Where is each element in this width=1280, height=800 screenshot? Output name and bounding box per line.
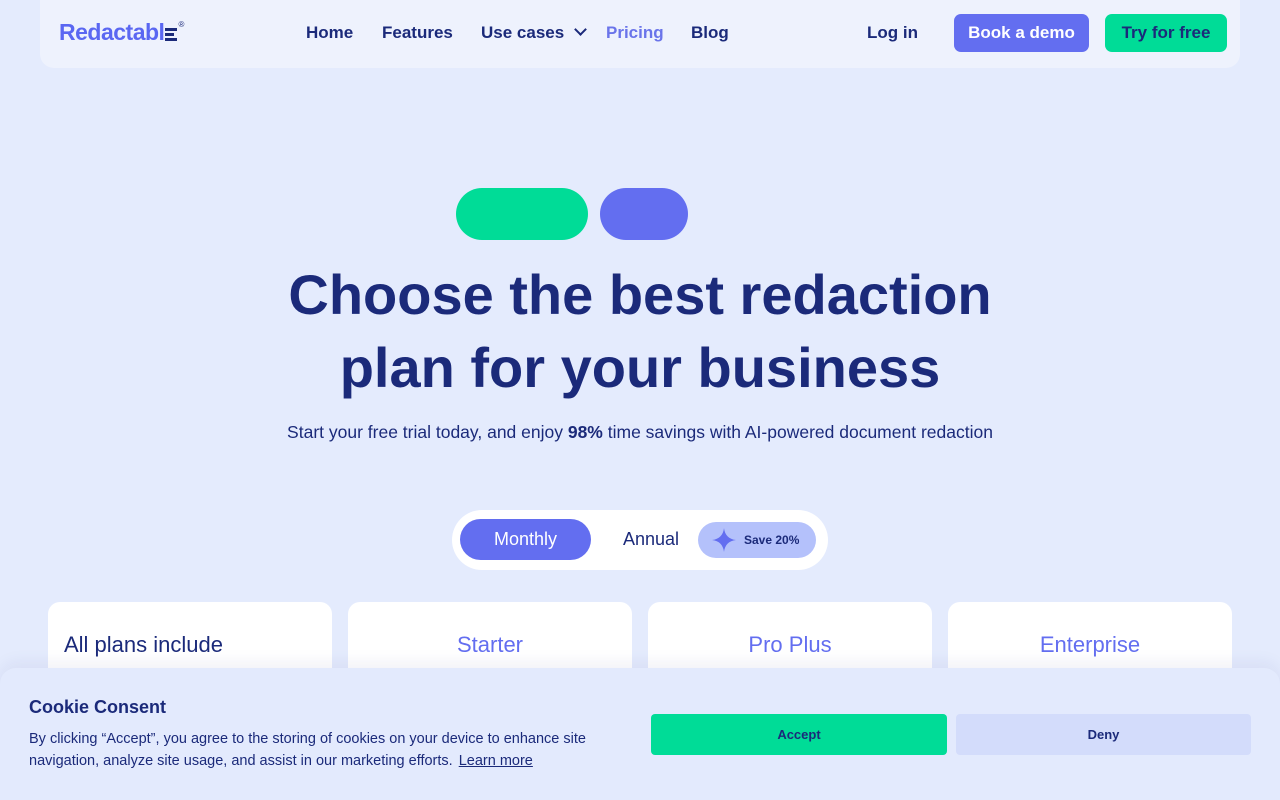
plan-card-title: Starter: [456, 632, 524, 657]
hero-subtitle: Start your free trial today, and enjoy 9…: [0, 422, 1280, 443]
nav-link-pricing[interactable]: Pricing: [606, 22, 664, 44]
login-link[interactable]: Log in: [867, 22, 918, 44]
logo-registered-mark: ®: [178, 20, 185, 29]
logo-bars-icon: [165, 28, 178, 41]
billing-annual-option[interactable]: Annual: [623, 519, 679, 560]
nav-link-blog[interactable]: Blog: [691, 22, 729, 44]
logo-wordmark: Redactabl: [59, 19, 165, 45]
deny-cookies-button[interactable]: Deny: [956, 714, 1251, 755]
sparkle-icon: [712, 528, 736, 552]
save-badge-label: Save 20%: [744, 533, 800, 547]
cookie-consent-text: By clicking “Accept”, you agree to the s…: [29, 728, 629, 772]
cookie-consent-banner: Cookie Consent By clicking “Accept”, you…: [0, 668, 1280, 800]
hero-subtitle-post: time savings with AI-powered document re…: [602, 422, 993, 442]
top-navigation: Redactabl ® Home Features Use cases Pric…: [40, 0, 1240, 68]
plan-card-title: All plans include: [64, 632, 223, 657]
learn-more-link[interactable]: Learn more: [459, 753, 533, 769]
nav-link-use-cases-label: Use cases: [481, 23, 565, 42]
decorative-green-pill: [456, 188, 588, 240]
save-badge[interactable]: Save 20%: [698, 522, 816, 558]
billing-period-toggle: Monthly Annual Save 20%: [452, 510, 828, 570]
page-title-line-1: Choose the best redaction: [288, 263, 992, 326]
plan-card-title: Pro Plus: [748, 632, 832, 657]
accept-cookies-button[interactable]: Accept: [651, 714, 947, 755]
page-title: Choose the best redaction plan for your …: [0, 258, 1280, 404]
billing-monthly-option[interactable]: Monthly: [460, 519, 591, 560]
nav-link-features[interactable]: Features: [382, 22, 453, 44]
chevron-down-icon: [574, 23, 588, 36]
hero-subtitle-highlight: 98%: [567, 422, 603, 442]
hero-subtitle-pre: Start your free trial today, and enjoy: [287, 422, 568, 442]
try-for-free-button[interactable]: Try for free: [1105, 14, 1227, 52]
page-title-line-2: plan for your business: [339, 336, 941, 399]
nav-link-home[interactable]: Home: [306, 22, 353, 44]
plan-card-title: Enterprise: [1039, 632, 1141, 657]
decorative-blue-pill: [600, 188, 688, 240]
redactable-logo[interactable]: Redactabl ®: [59, 18, 184, 46]
nav-link-use-cases[interactable]: Use cases: [481, 22, 588, 44]
book-demo-button[interactable]: Book a demo: [954, 14, 1089, 52]
cookie-consent-title: Cookie Consent: [29, 697, 167, 717]
